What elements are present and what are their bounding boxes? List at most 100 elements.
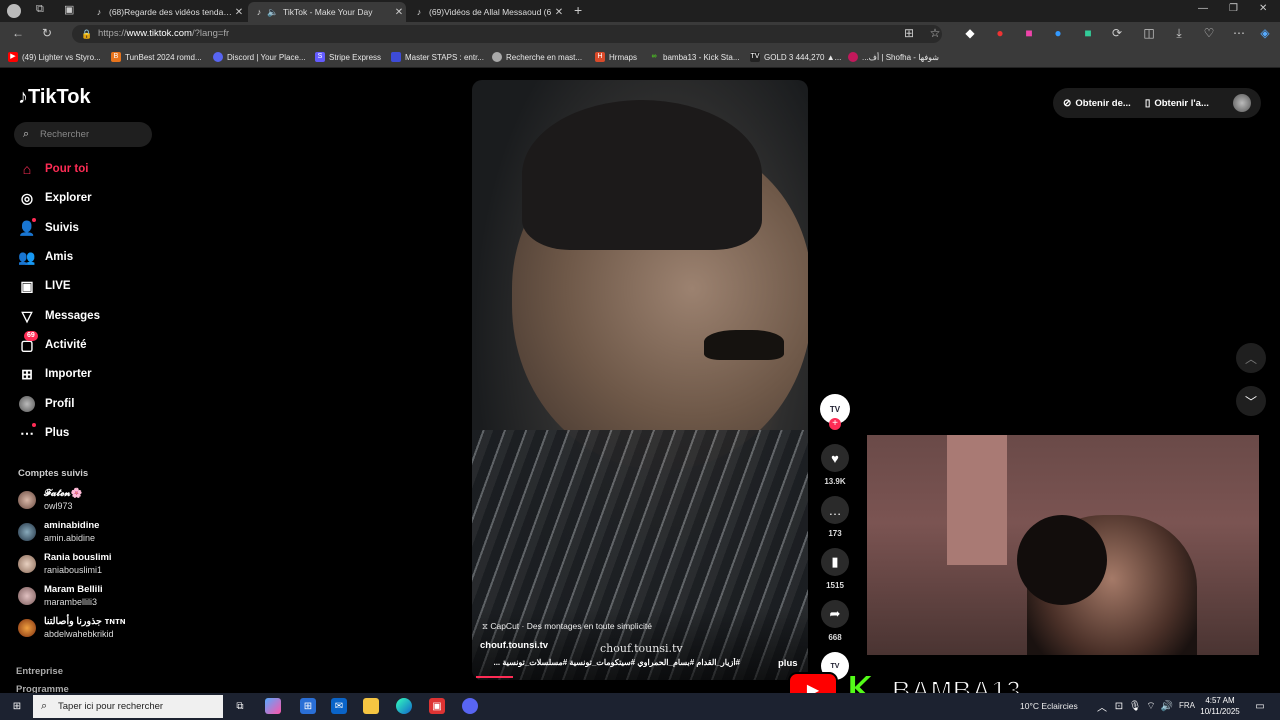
browser-essentials-icon[interactable]: ♡: [1202, 26, 1216, 40]
nav-more[interactable]: ⋯ Plus: [18, 423, 69, 443]
volume-icon[interactable]: 🔊: [1159, 698, 1175, 714]
windows-start-icon[interactable]: ⊞: [9, 698, 25, 714]
extensions-puzzle-icon[interactable]: ⟳: [1110, 26, 1124, 40]
followed-account[interactable]: جذورنا وأصالتنا ᴛɴᴛɴ abdelwahebkrikid: [18, 614, 126, 642]
followed-account[interactable]: Rania bouslimi raniabouslimi1: [18, 550, 112, 578]
file-explorer-icon[interactable]: [363, 698, 379, 714]
favorite-star-icon[interactable]: ☆: [928, 26, 942, 40]
bookmark-item[interactable]: B TunBest 2024 romd...: [111, 50, 202, 64]
network-icon[interactable]: ⊡: [1111, 698, 1127, 714]
workspaces-icon[interactable]: ⧉: [36, 3, 44, 16]
video-hashtags[interactable]: #أزيار_القدام #بسام_الحمراوي #سيتكومات_ت…: [480, 658, 740, 667]
nav-following[interactable]: 👤 Suivis: [18, 218, 79, 238]
video-player[interactable]: [472, 80, 808, 680]
bookmark-item[interactable]: ▶ (49) Lighter vs Styro...: [8, 50, 101, 64]
search-input[interactable]: ⌕ Rechercher: [14, 122, 152, 147]
account-name: Rania bouslimi: [44, 552, 112, 563]
see-more-button[interactable]: plus: [778, 658, 798, 669]
nav-upload[interactable]: ⊞ Importer: [18, 364, 92, 384]
downloads-icon[interactable]: ⤓: [1172, 26, 1186, 40]
nav-live[interactable]: ▣ LIVE: [18, 276, 70, 296]
comment-action[interactable]: … 173: [821, 496, 849, 538]
save-action[interactable]: ▮ 1515: [821, 548, 849, 590]
bookmark-item[interactable]: TV GOLD 3 444,270 ▲...: [750, 50, 841, 64]
bookmark-item[interactable]: S Stripe Express: [315, 50, 381, 64]
taskbar-search[interactable]: ⌕ Taper ici pour rechercher: [33, 695, 223, 718]
discord-icon[interactable]: [462, 698, 478, 714]
maximize-icon[interactable]: ❐: [1229, 3, 1238, 14]
profile-icon[interactable]: [7, 4, 21, 18]
language-indicator[interactable]: FRA: [1179, 701, 1195, 710]
app-available-icon[interactable]: ⊞: [902, 26, 916, 40]
bookmark-icon[interactable]: ▮: [821, 548, 849, 576]
heart-icon[interactable]: ♥: [821, 444, 849, 472]
followed-account[interactable]: aminabidine amin.abidine: [18, 518, 99, 546]
close-icon[interactable]: ✕: [392, 7, 406, 18]
like-action[interactable]: ♥ 13.9K: [821, 444, 849, 486]
clock[interactable]: 4:57 AM 10/11/2025: [1198, 695, 1242, 717]
footer-link[interactable]: Entreprise: [16, 666, 63, 677]
app-icon[interactable]: ▣: [429, 698, 445, 714]
copilot-icon[interactable]: ◈: [1258, 26, 1272, 40]
extension-icon[interactable]: ■: [1022, 26, 1036, 40]
account-username: amin.abidine: [44, 533, 96, 543]
get-desktop-app-button[interactable]: ⊘ Obtenir de...: [1063, 98, 1131, 109]
followed-account[interactable]: 𝓕𝓪𝓽𝓮𝓷🌸 owl973: [18, 486, 82, 514]
task-view-icon[interactable]: ⧉: [232, 698, 248, 714]
close-icon[interactable]: ✕: [232, 7, 246, 18]
share-action[interactable]: ➦ 668: [821, 600, 849, 642]
new-tab-icon[interactable]: +: [574, 2, 582, 18]
microphone-icon[interactable]: 🎙: [1127, 698, 1143, 714]
weather-widget[interactable]: 10°C Eclaircies: [1020, 701, 1078, 711]
bookmark-item[interactable]: Recherche en mast...: [492, 50, 582, 64]
refresh-icon[interactable]: ↻: [40, 26, 54, 40]
avatar[interactable]: [1233, 94, 1251, 112]
previous-video-button[interactable]: ︿: [1236, 343, 1266, 373]
tab-1[interactable]: ♪ (68)Regarde des vidéos tendanc ✕: [88, 2, 246, 22]
wifi-icon[interactable]: ⌔: [1143, 698, 1159, 714]
nav-for-you[interactable]: ⌂ Pour toi: [18, 159, 89, 179]
nav-profile[interactable]: Profil: [18, 394, 74, 414]
bookmark-item[interactable]: Master STAPS : entr...: [391, 50, 484, 64]
notifications-icon[interactable]: ▭: [1252, 698, 1268, 714]
bookmark-item[interactable]: ...أف | Shofha - شوفها: [848, 50, 939, 64]
extension-icon[interactable]: ◆: [963, 26, 977, 40]
nav-messages[interactable]: ▽ Messages: [18, 306, 100, 326]
tray-chevron-icon[interactable]: ︿: [1094, 698, 1110, 714]
tiktok-logo[interactable]: ♪TikTok: [18, 86, 91, 109]
nav-friends[interactable]: 👥 Amis: [18, 247, 73, 267]
split-screen-icon[interactable]: ◫: [1142, 26, 1156, 40]
followed-account[interactable]: Maram Bellili marambellili3: [18, 582, 103, 610]
mail-icon[interactable]: ✉: [331, 698, 347, 714]
video-progress-bar[interactable]: [476, 676, 513, 678]
minimize-icon[interactable]: —: [1198, 3, 1208, 14]
speaker-icon[interactable]: 🔈: [267, 7, 278, 17]
edge-icon[interactable]: [396, 698, 412, 714]
capcut-template-link[interactable]: ⧖ CapCut · Des montages en toute simplic…: [482, 621, 652, 632]
extension-icon[interactable]: ●: [993, 26, 1007, 40]
tab-actions-icon[interactable]: ▣: [64, 3, 74, 16]
copilot-icon[interactable]: [265, 698, 281, 714]
store-icon[interactable]: ⊞: [300, 698, 316, 714]
extension-icon[interactable]: ●: [1051, 26, 1065, 40]
video-author[interactable]: chouf.tounsi.tv: [480, 640, 548, 651]
close-icon[interactable]: ✕: [552, 7, 566, 18]
share-icon[interactable]: ➦: [821, 600, 849, 628]
window-close-icon[interactable]: ✕: [1259, 3, 1267, 14]
get-mobile-app-button[interactable]: ▯ Obtenir l'a...: [1145, 98, 1209, 109]
nav-explore[interactable]: ◎ Explorer: [18, 188, 92, 208]
bookmark-item[interactable]: Discord | Your Place...: [213, 50, 306, 64]
url-field[interactable]: 🔒 https://www.tiktok.com/?lang=fr: [72, 25, 942, 43]
tab-2[interactable]: ♪ 🔈 TikTok - Make Your Day ✕: [248, 2, 406, 22]
follow-button[interactable]: +: [829, 418, 841, 430]
bookmark-item[interactable]: ∞ bamba13 - Kick Sta...: [649, 50, 740, 64]
extension-icon[interactable]: ■: [1081, 26, 1095, 40]
bookmark-item[interactable]: H Hrmaps: [595, 50, 637, 64]
back-icon[interactable]: ←: [11, 26, 25, 40]
site-info-icon[interactable]: 🔒: [81, 25, 92, 43]
comment-icon[interactable]: …: [821, 496, 849, 524]
tab-3[interactable]: ♪ (69)Vidéos de Allal Messaoud (6 ✕: [408, 2, 566, 22]
settings-more-icon[interactable]: ⋯: [1232, 26, 1246, 40]
next-video-button[interactable]: ﹀: [1236, 386, 1266, 416]
nav-activity[interactable]: ▢ Activité 69: [18, 331, 87, 355]
